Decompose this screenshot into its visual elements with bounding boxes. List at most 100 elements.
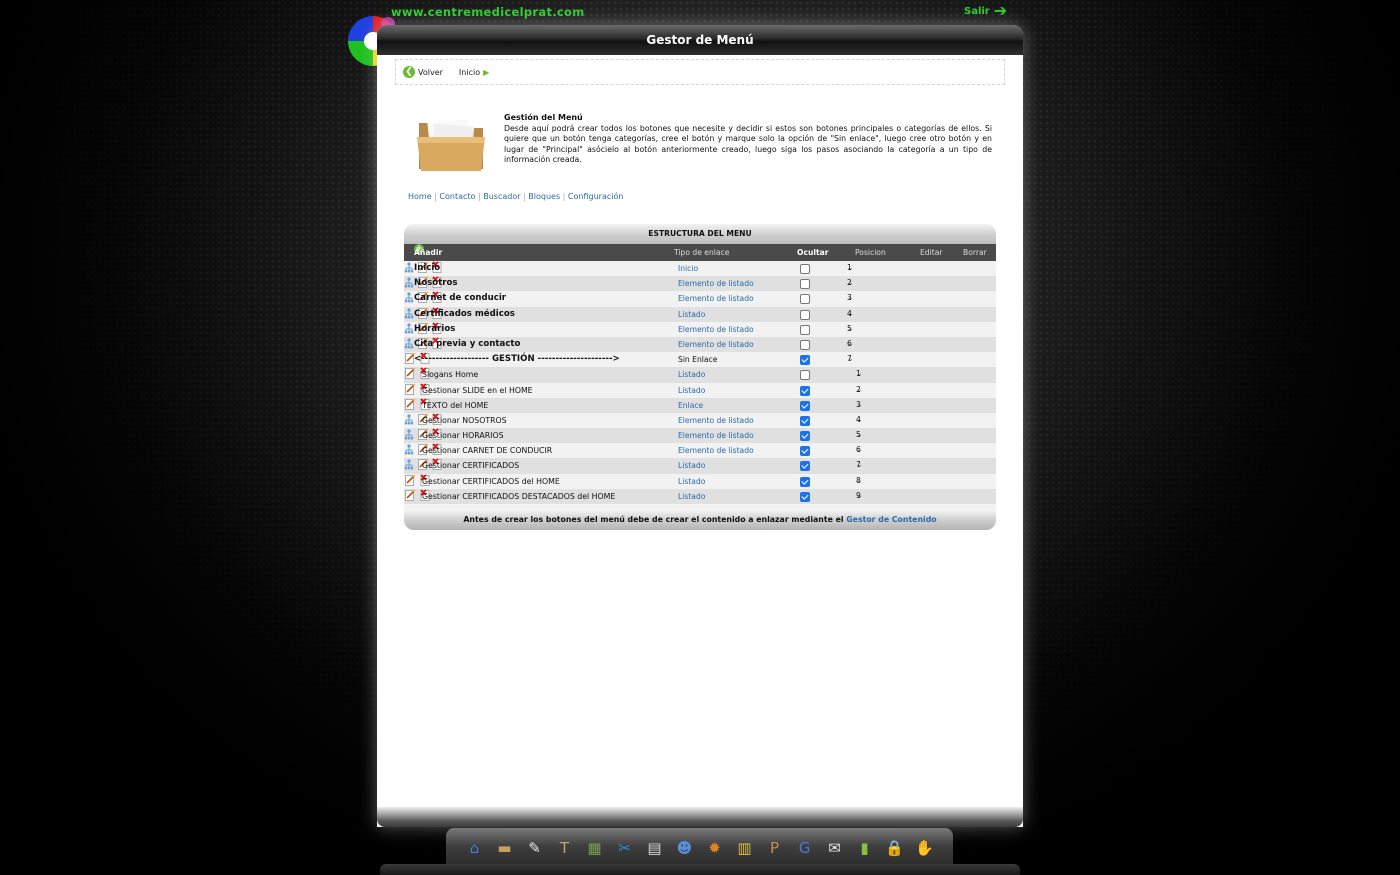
cart-icon[interactable]: ▦ [582, 835, 608, 861]
link-type[interactable]: Listado [678, 458, 705, 473]
arrow-right-icon: ➔ [993, 1, 1008, 20]
position-select[interactable]: 2 ⌄ [847, 278, 863, 288]
structure-icon[interactable] [404, 338, 414, 349]
structure-icon[interactable] [404, 414, 414, 425]
hide-checkbox[interactable] [800, 431, 810, 442]
col-ocultar: Ocultar [797, 248, 829, 257]
position-select[interactable]: 9 ⌄ [856, 491, 872, 501]
chevron-down-icon: ⌄ [856, 430, 863, 440]
position-select[interactable]: 1 ⌄ [856, 369, 872, 379]
structure-icon[interactable] [404, 277, 414, 288]
structure-icon[interactable] [404, 459, 414, 470]
link-bloques[interactable]: Bloques [528, 192, 560, 201]
position-select[interactable]: 3 ⌄ [847, 293, 863, 303]
link-type[interactable]: Listado [678, 367, 705, 382]
position-select[interactable]: 5 ⌄ [856, 430, 872, 440]
edit-icon[interactable] [404, 474, 416, 486]
hide-checkbox[interactable] [800, 355, 810, 366]
link-type[interactable]: Elemento de listado [678, 443, 754, 458]
link-type[interactable]: Enlace [678, 398, 703, 413]
link-contacto[interactable]: Contacto [439, 192, 475, 201]
hide-checkbox[interactable] [800, 385, 810, 396]
powerpoint-icon[interactable]: P [762, 835, 788, 861]
cut-icon[interactable]: ✂ [612, 835, 638, 861]
position-select[interactable]: 3 ⌄ [856, 400, 872, 410]
structure-icon[interactable] [404, 429, 414, 440]
intro-heading: Gestión del Menú [504, 113, 583, 122]
position-select[interactable]: 4 ⌄ [847, 309, 863, 319]
link-type[interactable]: Elemento de listado [678, 291, 754, 306]
hide-checkbox[interactable] [800, 491, 810, 502]
google-icon[interactable]: G [792, 835, 818, 861]
hide-checkbox[interactable] [800, 339, 810, 350]
structure-icon[interactable] [404, 307, 414, 319]
table-row: TEXTO del HOME Enlace 3 ⌄ [404, 397, 996, 413]
folder-icon[interactable]: ▬ [492, 835, 518, 861]
position-select[interactable]: 7 ⌄ [856, 460, 872, 470]
link-type[interactable]: Listado [678, 307, 705, 322]
menu-item-name: Cita previa y contacto [414, 338, 521, 349]
col-posicion: Posicion [855, 248, 886, 257]
hide-checkbox[interactable] [800, 461, 810, 472]
structure-icon[interactable] [404, 292, 414, 303]
position-select[interactable]: 1 ⌄ [847, 263, 863, 273]
structure-icon[interactable] [404, 323, 414, 334]
clipboard-icon[interactable]: T [552, 835, 578, 861]
edit-icon[interactable] [404, 367, 416, 380]
position-select[interactable]: 5 ⌄ [847, 324, 863, 334]
dock-shelf [380, 864, 1020, 875]
position-select[interactable]: 2 ⌄ [856, 385, 872, 395]
hide-checkbox[interactable] [800, 370, 810, 381]
settings-icon[interactable]: ✹ [702, 835, 728, 861]
content-manager-link[interactable]: Gestor de Contenido [846, 515, 936, 524]
position-select[interactable]: 6 ⌄ [856, 445, 872, 455]
structure-icon[interactable] [404, 444, 414, 455]
structure-icon[interactable] [404, 262, 414, 273]
edit-icon[interactable] [404, 489, 416, 501]
link-type[interactable]: Elemento de listado [678, 276, 754, 291]
link-home[interactable]: Home [408, 192, 432, 201]
site-url[interactable]: www.centremedicelprat.com [391, 5, 585, 19]
edit-icon[interactable] [404, 382, 416, 395]
printer-icon[interactable]: ▤ [642, 835, 668, 861]
position-select[interactable]: 7 ⌄ [847, 354, 863, 364]
position-select[interactable]: 4 ⌄ [856, 415, 872, 425]
hide-checkbox[interactable] [800, 309, 810, 320]
breadcrumb-home[interactable]: Inicio [459, 68, 480, 77]
chevron-down-icon: ⌄ [856, 475, 863, 485]
position-select[interactable]: 6 ⌄ [847, 339, 863, 349]
link-type[interactable]: Listado [678, 383, 705, 398]
document-icon[interactable]: ✎ [522, 835, 548, 861]
exit-button[interactable]: Salir ➔ [964, 1, 1008, 20]
hide-checkbox[interactable] [800, 446, 810, 457]
link-buscador[interactable]: Buscador [483, 192, 520, 201]
lock-icon[interactable]: 🔒 [882, 835, 908, 861]
intro-body: Desde aquí podrá crear todos los botones… [504, 123, 992, 165]
link-configuracion[interactable]: Configuración [568, 192, 624, 201]
hide-checkbox[interactable] [800, 264, 810, 274]
handshake-icon[interactable]: ✋ [912, 835, 938, 861]
hide-checkbox[interactable] [800, 415, 810, 426]
link-type[interactable]: Elemento de listado [678, 413, 754, 428]
table-row: Gestionar SLIDE en el HOME Listado 2 ⌄ [404, 382, 996, 398]
edit-icon[interactable] [404, 398, 416, 410]
window-bottom-bar [377, 807, 1023, 827]
hide-checkbox[interactable] [800, 279, 810, 290]
stats-icon[interactable]: ▮ [852, 835, 878, 861]
link-type[interactable]: Listado [678, 489, 705, 504]
home-icon[interactable]: ⌂ [462, 835, 488, 861]
link-type[interactable]: Listado [678, 474, 705, 489]
back-button[interactable]: ❮ Volver [403, 66, 443, 78]
link-type[interactable]: Inicio [678, 261, 698, 276]
mail-icon[interactable]: ✉ [822, 835, 848, 861]
hide-checkbox[interactable] [800, 400, 810, 411]
link-type[interactable]: Elemento de listado [678, 428, 754, 443]
link-type[interactable]: Elemento de listado [678, 322, 754, 337]
hide-checkbox[interactable] [800, 294, 810, 305]
hide-checkbox[interactable] [800, 476, 810, 487]
hide-checkbox[interactable] [800, 324, 810, 335]
position-select[interactable]: 8 ⌄ [856, 476, 872, 486]
link-type[interactable]: Elemento de listado [678, 337, 754, 352]
palette-icon[interactable]: ▥ [732, 835, 758, 861]
user-icon[interactable]: ☻ [672, 835, 698, 861]
